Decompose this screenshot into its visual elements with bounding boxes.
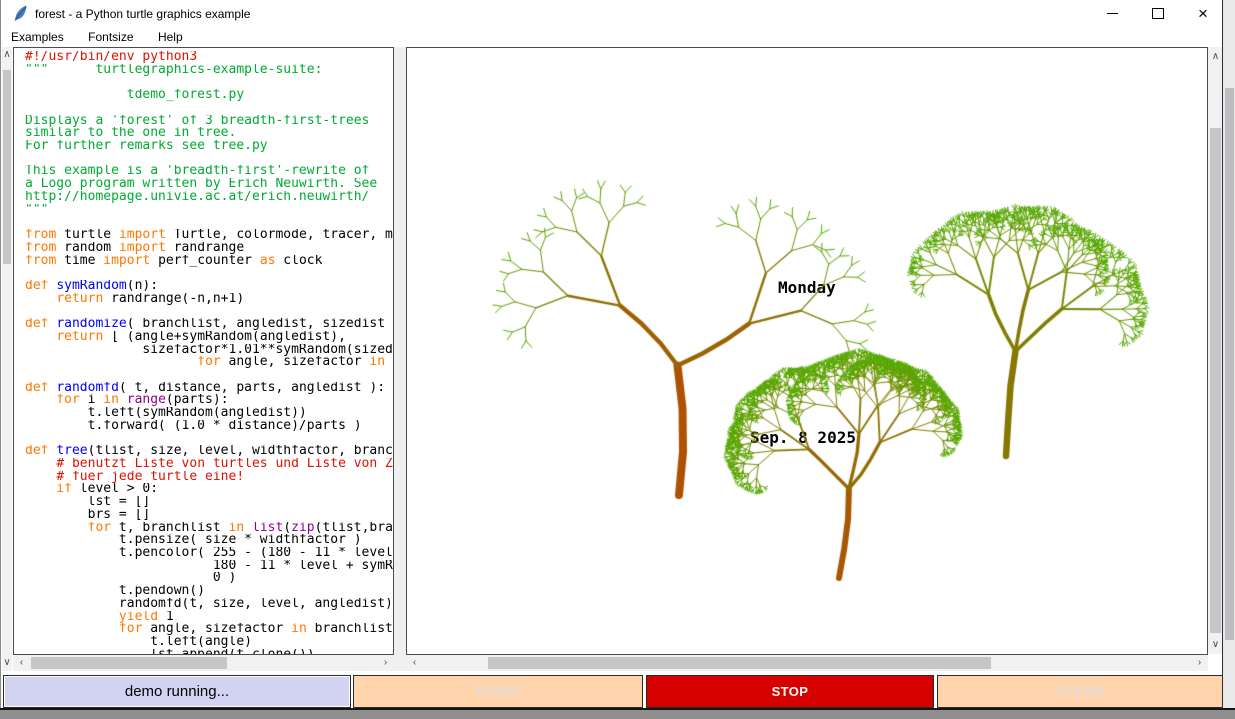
window-titlebar[interactable]: forest - a Python turtle graphics exampl… [1, 0, 1223, 27]
code-vscroll-thumb[interactable] [3, 70, 11, 264]
scroll-down-icon[interactable]: ∨ [1208, 638, 1223, 651]
app-window: forest - a Python turtle graphics exampl… [0, 0, 1222, 709]
minimize-button[interactable] [1094, 0, 1130, 27]
control-bar: demo running... START STOP CLEAR [1, 675, 1223, 708]
scroll-right-icon[interactable]: › [379, 655, 392, 671]
status-label: demo running... [3, 675, 351, 708]
maximize-button[interactable] [1140, 0, 1176, 27]
window-title: forest - a Python turtle graphics exampl… [35, 7, 250, 21]
canvas-scrollbar-vertical[interactable]: ∧ ∨ [1208, 47, 1223, 654]
minimize-icon [1107, 13, 1118, 14]
close-button[interactable]: × [1185, 0, 1221, 27]
scroll-left-icon[interactable]: ‹ [408, 655, 421, 671]
stop-button[interactable]: STOP [646, 675, 934, 708]
scroll-up-icon[interactable]: ∧ [1208, 50, 1223, 63]
scroll-down-icon[interactable]: ∨ [2, 657, 12, 669]
clear-button[interactable]: CLEAR [937, 675, 1224, 708]
close-icon: × [1198, 5, 1208, 22]
pane-sash[interactable] [394, 47, 406, 671]
maximize-icon [1152, 8, 1164, 19]
canvas-hscroll-thumb[interactable] [488, 657, 991, 669]
code-scrollbar-vertical[interactable]: ∧ ∨ [2, 47, 12, 671]
code-content: #!/usr/bin/env python3""" turtlegraphics… [14, 48, 393, 655]
turtle-canvas [407, 48, 1207, 654]
code-scrollbar-horizontal[interactable]: ‹ › [13, 655, 394, 671]
scroll-up-icon[interactable]: ∧ [2, 49, 12, 61]
start-button[interactable]: START [353, 675, 643, 708]
code-hscroll-thumb[interactable] [31, 657, 227, 669]
code-editor[interactable]: #!/usr/bin/env python3""" turtlegraphics… [13, 47, 394, 655]
canvas-vscroll-thumb[interactable] [1210, 128, 1221, 633]
menu-item-fontsize[interactable]: Fontsize [78, 27, 143, 44]
outer-scrollbar-thumb[interactable] [1225, 88, 1234, 640]
menu-item-examples[interactable]: Examples [1, 27, 74, 44]
window-bottom-edge [0, 708, 1235, 719]
menu-item-help[interactable]: Help [148, 27, 193, 44]
canvas-scrollbar-horizontal[interactable]: ‹ › [406, 655, 1208, 671]
app-feather-icon [13, 5, 28, 22]
scroll-left-icon[interactable]: ‹ [15, 655, 28, 671]
graphics-pane: Monday Sep. 8 2025 [406, 47, 1208, 655]
menubar: Examples Fontsize Help [1, 27, 1223, 47]
scroll-right-icon[interactable]: › [1193, 655, 1206, 671]
